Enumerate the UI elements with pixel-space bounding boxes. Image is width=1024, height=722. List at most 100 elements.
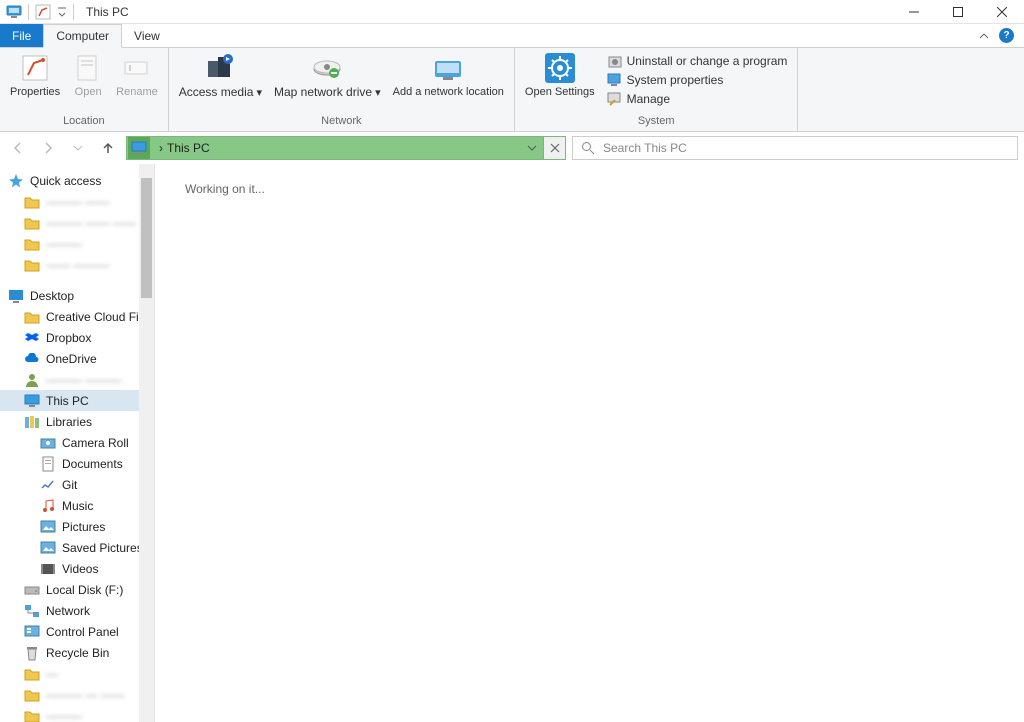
ribbon-group-location: Properties Open Rename Location xyxy=(0,48,169,131)
folder-icon xyxy=(24,257,40,273)
sidebar-item[interactable]: ——— xyxy=(0,705,154,722)
address-dropdown-icon[interactable] xyxy=(521,143,543,153)
sidebar-saved-pictures[interactable]: Saved Pictures xyxy=(0,537,154,558)
uninstall-button[interactable]: Uninstall or change a program xyxy=(605,52,790,70)
collapse-ribbon-icon[interactable] xyxy=(979,31,989,41)
recent-dropdown-icon[interactable] xyxy=(66,136,90,160)
sidebar-documents[interactable]: Documents xyxy=(0,453,154,474)
status-text: Working on it... xyxy=(185,182,265,196)
camera-icon xyxy=(40,435,56,451)
libraries-icon xyxy=(24,414,40,430)
sidebar-item[interactable]: ——— —— xyxy=(0,191,154,212)
nav-row: › This PC xyxy=(0,132,1024,164)
open-settings-button[interactable]: Open Settings xyxy=(519,50,601,115)
tab-computer[interactable]: Computer xyxy=(43,24,122,48)
folder-icon xyxy=(24,309,40,325)
up-button[interactable] xyxy=(96,136,120,160)
folder-icon xyxy=(24,687,40,703)
pc-icon xyxy=(128,137,150,159)
sidebar-dropbox[interactable]: Dropbox xyxy=(0,327,154,348)
ribbon: Properties Open Rename Location Access m… xyxy=(0,48,1024,132)
rename-button[interactable]: Rename xyxy=(110,50,164,115)
sidebar-pictures[interactable]: Pictures xyxy=(0,516,154,537)
folder-icon xyxy=(24,215,40,231)
music-icon xyxy=(40,498,56,514)
pc-icon xyxy=(24,393,40,409)
sidebar-libraries[interactable]: Libraries xyxy=(0,411,154,432)
help-icon[interactable]: ? xyxy=(999,28,1014,43)
tab-file[interactable]: File xyxy=(0,24,43,47)
folder-icon xyxy=(24,666,40,682)
sidebar-item[interactable]: — xyxy=(0,663,154,684)
document-icon xyxy=(40,456,56,472)
folder-icon xyxy=(24,194,40,210)
sidebar-item[interactable]: ——— —— —— xyxy=(0,212,154,233)
search-input[interactable] xyxy=(603,141,1009,155)
sidebar-this-pc[interactable]: This PC xyxy=(0,390,154,411)
sidebar-git[interactable]: Git xyxy=(0,474,154,495)
sidebar-camera-roll[interactable]: Camera Roll xyxy=(0,432,154,453)
drive-icon xyxy=(24,582,40,598)
properties-button[interactable]: Properties xyxy=(4,50,66,115)
title-bar: This PC xyxy=(0,0,1024,24)
desktop-icon xyxy=(8,288,24,304)
refresh-button[interactable] xyxy=(543,137,565,159)
ribbon-tabs: File Computer View ? xyxy=(0,24,1024,48)
ribbon-group-system: Open Settings Uninstall or change a prog… xyxy=(515,48,798,131)
sidebar-local-disk[interactable]: Local Disk (F:) xyxy=(0,579,154,600)
git-icon xyxy=(40,477,56,493)
content-pane: Working on it... xyxy=(155,164,1024,722)
sidebar-onedrive[interactable]: OneDrive xyxy=(0,348,154,369)
breadcrumb[interactable]: › This PC xyxy=(151,141,218,155)
qat-properties-icon[interactable] xyxy=(35,4,51,20)
dropbox-icon xyxy=(24,330,40,346)
picture-icon xyxy=(40,519,56,535)
window-title: This PC xyxy=(80,5,129,19)
body: Quick access ——— —— ——— —— —— ——— —— ———… xyxy=(0,164,1024,722)
sidebar-item[interactable]: ——— xyxy=(0,233,154,254)
sidebar-network[interactable]: Network xyxy=(0,600,154,621)
star-icon xyxy=(8,173,24,189)
back-button[interactable] xyxy=(6,136,30,160)
sidebar-quick-access[interactable]: Quick access xyxy=(0,170,154,191)
tab-view[interactable]: View xyxy=(122,24,172,47)
pc-icon xyxy=(6,5,22,19)
control-panel-icon xyxy=(24,624,40,640)
minimize-button[interactable] xyxy=(892,0,936,24)
recycle-bin-icon xyxy=(24,645,40,661)
folder-icon xyxy=(24,708,40,722)
search-icon xyxy=(581,141,595,155)
ribbon-group-network: Access media ▾ Map network drive ▾ Add a… xyxy=(169,48,515,131)
sidebar-music[interactable]: Music xyxy=(0,495,154,516)
sidebar-creative-cloud[interactable]: Creative Cloud Files xyxy=(0,306,154,327)
sidebar-item[interactable]: —— ——— xyxy=(0,254,154,275)
separator xyxy=(73,4,74,20)
user-icon xyxy=(24,372,40,388)
video-icon xyxy=(40,561,56,577)
open-button[interactable]: Open xyxy=(66,50,110,115)
address-bar[interactable]: › This PC xyxy=(126,136,566,160)
sidebar-user[interactable]: ——— ——— xyxy=(0,369,154,390)
add-network-location-button[interactable]: Add a network location xyxy=(387,50,510,115)
separator xyxy=(28,4,29,20)
close-button[interactable] xyxy=(980,0,1024,24)
search-box[interactable] xyxy=(572,136,1018,160)
folder-icon xyxy=(24,236,40,252)
sidebar-control-panel[interactable]: Control Panel xyxy=(0,621,154,642)
map-drive-button[interactable]: Map network drive ▾ xyxy=(268,50,387,115)
cloud-icon xyxy=(24,351,40,367)
qat-dropdown-icon[interactable] xyxy=(57,4,67,20)
navigation-pane[interactable]: Quick access ——— —— ——— —— —— ——— —— ———… xyxy=(0,164,155,722)
scrollbar[interactable] xyxy=(139,164,154,722)
network-icon xyxy=(24,603,40,619)
picture-icon xyxy=(40,540,56,556)
manage-button[interactable]: Manage xyxy=(605,90,790,108)
system-properties-button[interactable]: System properties xyxy=(605,71,790,89)
access-media-button[interactable]: Access media ▾ xyxy=(173,50,268,115)
maximize-button[interactable] xyxy=(936,0,980,24)
sidebar-item[interactable]: ——— — —— xyxy=(0,684,154,705)
sidebar-recycle-bin[interactable]: Recycle Bin xyxy=(0,642,154,663)
sidebar-videos[interactable]: Videos xyxy=(0,558,154,579)
sidebar-desktop[interactable]: Desktop xyxy=(0,285,154,306)
forward-button[interactable] xyxy=(36,136,60,160)
